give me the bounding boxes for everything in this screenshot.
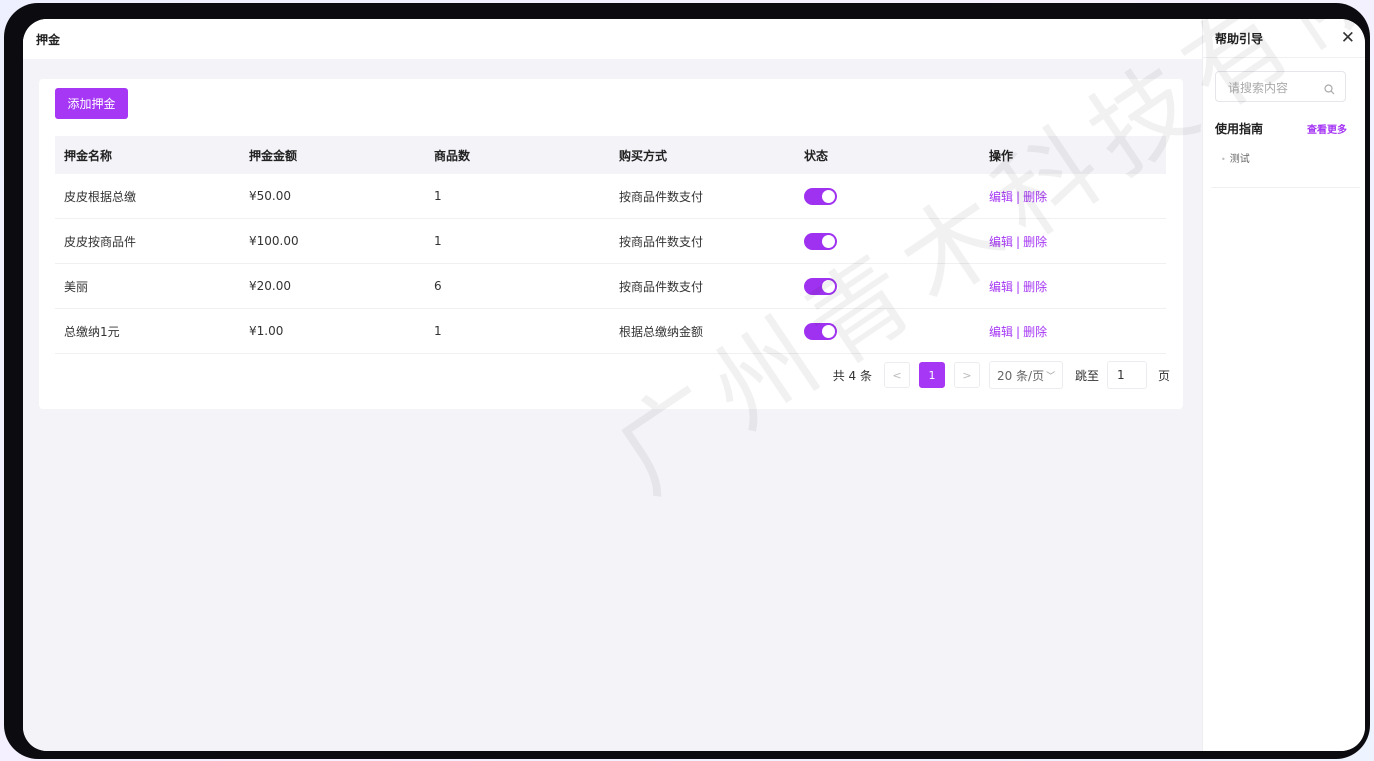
cell-method: 根据总缴纳金额 xyxy=(619,324,704,339)
chevron-down-icon: ﹀ xyxy=(1046,371,1056,382)
header-count: 商品数 xyxy=(434,148,471,163)
cell-actions: 编辑 | 删除 xyxy=(980,233,1166,250)
cell-name: 皮皮按商品件 xyxy=(64,234,137,249)
cell-method: 按商品件数支付 xyxy=(619,189,704,204)
cell-amount: ¥20.00 xyxy=(249,279,291,293)
table-row: 皮皮根据总缴 ¥50.00 1 按商品件数支付 编辑 | 删除 xyxy=(55,174,1166,219)
jump-page-input[interactable] xyxy=(1106,361,1147,389)
action-separator: | xyxy=(1016,189,1021,204)
guide-title: 使用指南 xyxy=(1215,122,1264,136)
cell-name: 皮皮根据总缴 xyxy=(64,189,137,204)
status-toggle[interactable] xyxy=(804,322,837,340)
cell-count: 6 xyxy=(434,279,442,293)
add-deposit-button[interactable]: 添加押金 xyxy=(55,88,128,119)
cell-method: 按商品件数支付 xyxy=(619,234,704,249)
toggle-knob xyxy=(822,234,835,248)
cell-status xyxy=(795,277,980,295)
cell-count: 1 xyxy=(434,324,442,338)
header-amount: 押金金额 xyxy=(249,148,298,163)
guide-item[interactable]: • 测试 xyxy=(1221,150,1250,165)
edit-link[interactable]: 编辑 xyxy=(989,235,1013,249)
cell-method: 按商品件数支付 xyxy=(619,279,704,294)
delete-link[interactable]: 删除 xyxy=(1023,280,1047,294)
cell-name: 总缴纳1元 xyxy=(64,324,120,339)
header-actions: 操作 xyxy=(989,148,1014,163)
cell-amount: ¥50.00 xyxy=(249,189,291,203)
guide-item-label: 测试 xyxy=(1229,154,1250,165)
action-separator: | xyxy=(1016,279,1021,294)
cell-name: 美丽 xyxy=(64,279,89,294)
header-status: 状态 xyxy=(804,148,829,163)
table-header: 押金名称 押金金额 商品数 购买方式 状态 操作 xyxy=(55,136,1166,174)
delete-link[interactable]: 删除 xyxy=(1023,190,1047,204)
status-toggle[interactable] xyxy=(804,187,837,205)
toggle-knob xyxy=(822,324,835,338)
jump-label: 跳至 xyxy=(1074,368,1099,383)
status-toggle[interactable] xyxy=(804,232,837,250)
table-row: 总缴纳1元 ¥1.00 1 根据总缴纳金额 编辑 | 删除 xyxy=(55,309,1166,354)
cell-actions: 编辑 | 删除 xyxy=(980,278,1166,295)
edit-link[interactable]: 编辑 xyxy=(989,190,1013,204)
cell-count: 1 xyxy=(434,189,442,203)
toggle-knob xyxy=(822,279,835,293)
cell-actions: 编辑 | 删除 xyxy=(980,188,1166,205)
cell-status xyxy=(795,322,980,340)
prev-page-button[interactable]: < xyxy=(883,362,910,388)
top-bar: 押金 xyxy=(23,19,1202,59)
header-name: 押金名称 xyxy=(64,148,113,163)
screen: 押金 添加押金 押金名称 押金金额 商品数 购买方式 状态 操作 皮皮根据总缴 xyxy=(23,19,1365,751)
help-search-input[interactable] xyxy=(1226,73,1325,102)
table-row: 美丽 ¥20.00 6 按商品件数支付 编辑 | 删除 xyxy=(55,264,1166,309)
toggle-knob xyxy=(822,189,835,203)
divider xyxy=(1203,57,1365,58)
view-more-link[interactable]: 查看更多 xyxy=(1307,121,1347,136)
action-separator: | xyxy=(1016,324,1021,339)
help-title: 帮助引导 xyxy=(1215,32,1264,46)
close-icon[interactable]: ✕ xyxy=(1341,30,1355,47)
cell-actions: 编辑 | 删除 xyxy=(980,323,1166,340)
pagination: 共 4 条 < 1 > 20 条/页﹀ 跳至 页 xyxy=(833,361,1170,389)
page-1-button[interactable]: 1 xyxy=(918,362,945,388)
cell-amount: ¥100.00 xyxy=(249,234,299,248)
delete-link[interactable]: 删除 xyxy=(1023,325,1047,339)
header-method: 购买方式 xyxy=(619,148,668,163)
main-area: 押金 添加押金 押金名称 押金金额 商品数 购买方式 状态 操作 皮皮根据总缴 xyxy=(23,19,1202,751)
edit-link[interactable]: 编辑 xyxy=(989,280,1013,294)
edit-link[interactable]: 编辑 xyxy=(989,325,1013,339)
search-icon[interactable] xyxy=(1324,80,1335,99)
delete-link[interactable]: 删除 xyxy=(1023,235,1047,249)
help-panel: 帮助引导 ✕ 使用指南 查看更多 •测试 xyxy=(1202,19,1365,751)
page-size-value: 20 条/页 xyxy=(996,368,1045,383)
cell-count: 1 xyxy=(434,234,442,248)
device-frame: 押金 添加押金 押金名称 押金金额 商品数 购买方式 状态 操作 皮皮根据总缴 xyxy=(4,3,1370,759)
bullet-icon: • xyxy=(1221,155,1226,164)
table-row: 皮皮按商品件 ¥100.00 1 按商品件数支付 编辑 | 删除 xyxy=(55,219,1166,264)
page-title: 押金 xyxy=(36,33,61,47)
cell-amount: ¥1.00 xyxy=(249,324,284,338)
cell-status xyxy=(795,232,980,250)
status-toggle[interactable] xyxy=(804,277,837,295)
help-search-box xyxy=(1215,71,1346,102)
action-separator: | xyxy=(1016,234,1021,249)
pagination-total: 共 4 条 xyxy=(832,368,872,383)
deposit-card: 添加押金 押金名称 押金金额 商品数 购买方式 状态 操作 皮皮根据总缴 ¥50… xyxy=(39,79,1183,409)
page-size-select[interactable]: 20 条/页 ﹀ xyxy=(988,361,1063,389)
page-suffix: 页 xyxy=(1157,368,1170,383)
divider xyxy=(1211,187,1360,188)
cell-status xyxy=(795,187,980,205)
next-page-button[interactable]: > xyxy=(953,362,980,388)
deposit-table: 押金名称 押金金额 商品数 购买方式 状态 操作 皮皮根据总缴 ¥50.00 1… xyxy=(55,136,1166,354)
